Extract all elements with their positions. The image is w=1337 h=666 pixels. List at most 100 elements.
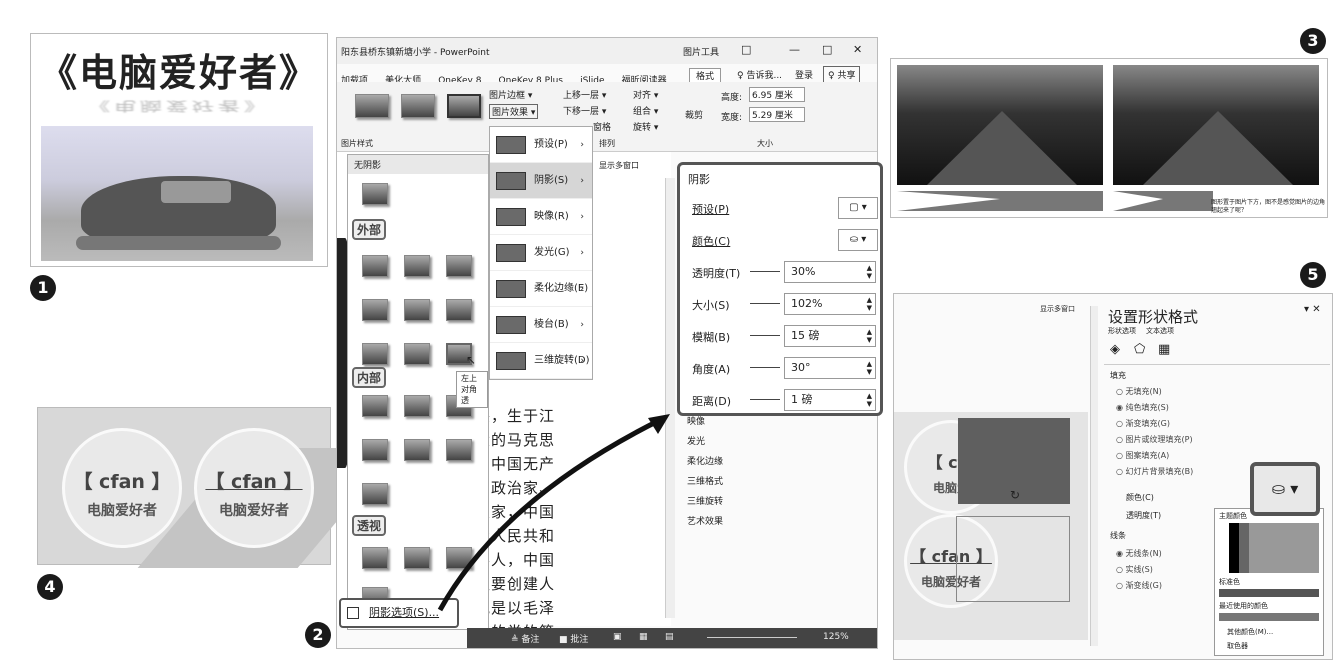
pane-close-icon[interactable]: ▾ ✕ <box>1304 304 1321 315</box>
outer-shadow-5[interactable] <box>404 299 430 321</box>
inner-shadow-4[interactable] <box>362 439 388 461</box>
eyedropper-link[interactable]: 取色器 <box>1227 641 1248 651</box>
selection-box[interactable] <box>956 516 1070 602</box>
show-multi-window-2[interactable]: 显示多窗口 <box>1040 304 1075 314</box>
line-heading[interactable]: 线条 <box>1110 530 1126 541</box>
transparency-input[interactable]: 30% ▲ ▼ <box>784 261 876 283</box>
selection-pane-button[interactable]: 窗格 <box>593 120 611 133</box>
theme-colors-grid[interactable] <box>1219 523 1319 573</box>
slide-sorter-icon[interactable]: ▦ <box>639 632 648 642</box>
inner-shadow-5[interactable] <box>404 439 430 461</box>
distance-slider[interactable] <box>750 399 780 400</box>
login-link[interactable]: 登录 <box>795 68 813 81</box>
blur-input[interactable]: 15 磅 ▲ ▼ <box>784 325 876 347</box>
more-colors-link[interactable]: 其他颜色(M)... <box>1227 627 1273 637</box>
distance-input[interactable]: 1 磅 ▲ ▼ <box>784 389 876 411</box>
format-pane-item[interactable]: 三维旋转 <box>687 494 787 514</box>
maximize-icon[interactable]: □ <box>822 43 832 56</box>
inner-shadow-7[interactable] <box>362 483 388 505</box>
preset-dropdown[interactable]: ▢ ▾ <box>838 197 878 219</box>
picture-effects-button[interactable]: 图片效果 ▾ <box>489 104 539 119</box>
fill-color-button[interactable]: ⛀ ▾ <box>1250 462 1320 516</box>
send-backward-button[interactable]: 下移一层 ▾ <box>563 104 606 117</box>
show-multi-window[interactable]: 显示多窗口 <box>599 160 639 171</box>
menu-item-soft-edges[interactable]: 柔化边缘(E) › <box>490 271 592 307</box>
width-input[interactable]: 5.29 厘米 <box>749 107 805 122</box>
picture-style-2[interactable] <box>401 94 435 118</box>
line-option[interactable]: ◉ 无线条(N) <box>1116 548 1216 564</box>
angle-input[interactable]: 30° ▲ ▼ <box>784 357 876 379</box>
no-shadow-option[interactable] <box>362 183 388 205</box>
blur-slider[interactable] <box>750 335 780 336</box>
bring-forward-button[interactable]: 上移一层 ▾ <box>563 88 606 101</box>
outer-shadow-3[interactable] <box>446 255 472 277</box>
minimize-icon[interactable]: — <box>789 43 800 56</box>
perspective-shadow-1[interactable] <box>362 547 388 569</box>
close-icon[interactable]: ✕ <box>853 43 862 56</box>
outer-shadow-7[interactable] <box>362 343 388 365</box>
tell-me-box[interactable]: ♀ 告诉我... <box>737 68 782 81</box>
fill-option[interactable]: ○ 无填充(N) <box>1116 386 1256 402</box>
format-pane-item[interactable]: 映像 <box>687 414 787 434</box>
outer-shadow-8[interactable] <box>404 343 430 365</box>
fill-option[interactable]: ○ 图片或纹理填充(P) <box>1116 434 1256 450</box>
format-pane-item[interactable]: 柔化边缘 <box>687 454 787 474</box>
comments-button[interactable]: ■ 批注 <box>559 632 588 645</box>
inner-shadow-2[interactable] <box>404 395 430 417</box>
format-pane-item[interactable]: 发光 <box>687 434 787 454</box>
fill-heading[interactable]: 填充 <box>1110 370 1126 381</box>
effects-icon[interactable]: ⬠ <box>1134 342 1145 357</box>
angle-slider[interactable] <box>750 367 780 368</box>
normal-view-icon[interactable]: ▣ <box>613 632 622 642</box>
menu-item-reflection[interactable]: 映像(R) › <box>490 199 592 235</box>
shape-options-tab[interactable]: 形状选项 <box>1108 326 1136 336</box>
menu-item-bevel[interactable]: 棱台(B) › <box>490 307 592 343</box>
tab-format[interactable]: 格式 <box>689 68 722 83</box>
zoom-slider[interactable] <box>707 637 797 638</box>
crop-button[interactable]: 裁剪 <box>685 108 703 121</box>
paint-bucket-icon[interactable]: ⛀ ▾ <box>838 229 878 251</box>
menu-item-glow[interactable]: 发光(G) › <box>490 235 592 271</box>
menu-item-shadow[interactable]: 阴影(S) › <box>490 163 592 199</box>
line-option[interactable]: ○ 实线(S) <box>1116 564 1216 580</box>
text-options-tab[interactable]: 文本选项 <box>1146 326 1174 336</box>
picture-border-button[interactable]: 图片边框 ▾ <box>489 88 532 101</box>
inner-shadow-1[interactable] <box>362 395 388 417</box>
line-option[interactable]: ○ 渐变线(G) <box>1116 580 1216 596</box>
share-button[interactable]: ♀ 共享 <box>823 66 861 83</box>
picture-tools-tab[interactable]: 图片工具 <box>683 45 719 58</box>
outer-shadow-2[interactable] <box>404 255 430 277</box>
rotate-handle-icon[interactable]: ↻ <box>1010 488 1020 502</box>
fill-option[interactable]: ○ 幻灯片背景填充(B) <box>1116 466 1256 482</box>
align-button[interactable]: 对齐 ▾ <box>633 88 658 101</box>
fill-option[interactable]: ◉ 纯色填充(S) <box>1116 402 1256 418</box>
outer-shadow-4[interactable] <box>362 299 388 321</box>
outer-shadow-6[interactable] <box>446 299 472 321</box>
fill-line-icon[interactable]: ◈ <box>1110 342 1120 357</box>
ribbon-display-icon[interactable]: □ <box>741 43 751 56</box>
recent-colors-row[interactable] <box>1219 613 1319 621</box>
standard-colors-row[interactable] <box>1219 589 1319 597</box>
format-pane-item[interactable]: 三维格式 <box>687 474 787 494</box>
zoom-level[interactable]: 125% <box>823 632 849 642</box>
picture-style-3[interactable] <box>447 94 481 118</box>
rotate-button[interactable]: 旋转 ▾ <box>633 120 658 133</box>
format-pane-list: 映像 发光 柔化边缘 三维格式 三维旋转 艺术效果 <box>687 414 787 534</box>
group-button[interactable]: 组合 ▾ <box>633 104 658 117</box>
pane-scrollbar[interactable] <box>1090 306 1098 646</box>
menu-item-preset[interactable]: 预设(P) › <box>490 127 592 163</box>
height-input[interactable]: 6.95 厘米 <box>749 87 805 102</box>
transparency-slider[interactable] <box>750 271 780 272</box>
picture-style-1[interactable] <box>355 94 389 118</box>
fill-option[interactable]: ○ 渐变填充(G) <box>1116 418 1256 434</box>
fill-option[interactable]: ○ 图案填充(A) <box>1116 450 1256 466</box>
size-slider[interactable] <box>750 303 780 304</box>
perspective-shadow-2[interactable] <box>404 547 430 569</box>
reading-view-icon[interactable]: ▤ <box>665 632 674 642</box>
size-input[interactable]: 102% ▲ ▼ <box>784 293 876 315</box>
format-pane-item[interactable]: 艺术效果 <box>687 514 787 534</box>
outer-shadow-1[interactable] <box>362 255 388 277</box>
notes-button[interactable]: ≜ 备注 <box>511 632 539 645</box>
menu-item-3d-rotation[interactable]: 三维旋转(D) › <box>490 343 592 379</box>
size-properties-icon[interactable]: ▦ <box>1158 342 1170 357</box>
